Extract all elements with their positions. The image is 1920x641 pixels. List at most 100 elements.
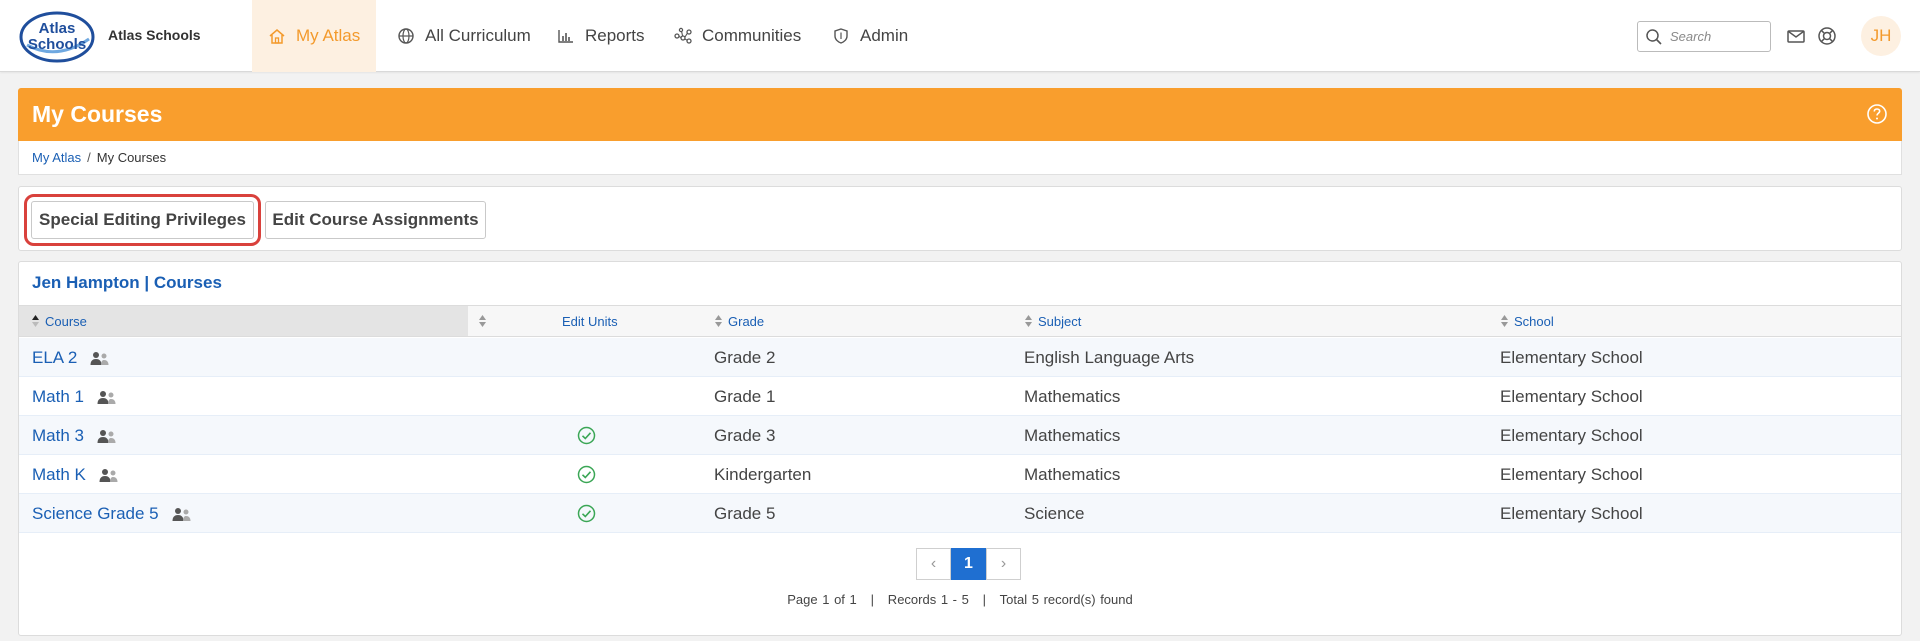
edit-units-cell: [574, 494, 598, 533]
breadcrumb: My Atlas / My Courses: [32, 150, 166, 165]
table-row: Math 1 Grade 1 Mathematics Elementary Sc…: [19, 377, 1901, 416]
column-header-edit-units[interactable]: Edit Units: [562, 306, 618, 336]
collaborators-icon[interactable]: [96, 389, 118, 405]
top-nav: Atlas Schools Atlas Schools My Atlas All…: [0, 0, 1920, 72]
grade-cell: Grade 1: [714, 386, 776, 406]
brand-name: Atlas Schools: [108, 27, 201, 43]
column-header-label: Grade: [728, 313, 765, 329]
next-page-button[interactable]: ›: [986, 548, 1021, 580]
nav-label: My Atlas: [296, 26, 361, 45]
page-title: My Courses: [32, 101, 163, 127]
sort-icon: [1025, 315, 1032, 327]
sort-icon: [1501, 315, 1508, 327]
column-header-grade[interactable]: Grade: [714, 306, 764, 336]
logo-text-line1: Atlas: [39, 20, 76, 37]
network-icon: [674, 27, 692, 44]
nav-reports[interactable]: Reports: [541, 0, 661, 72]
table-row: Math 3 Grade 3 Mathematics Elementary Sc…: [19, 416, 1901, 455]
bar-chart-icon: [558, 30, 573, 43]
search-icon: [1646, 29, 1662, 45]
special-editing-privileges-button[interactable]: Special Editing Privileges: [24, 194, 261, 246]
school-cell: Elementary School: [1500, 347, 1643, 367]
column-header-subject[interactable]: Subject: [1024, 306, 1081, 336]
table-row: Math K Kindergarten Mathematics Elementa…: [19, 455, 1901, 494]
nav-label: Reports: [585, 26, 645, 45]
course-link[interactable]: Math K: [32, 465, 86, 485]
shield-icon: [834, 28, 848, 44]
course-cell: Math 3: [32, 416, 118, 455]
edit-course-assignments-button[interactable]: Edit Course Assignments: [265, 201, 486, 239]
page-1-button[interactable]: 1: [951, 548, 986, 580]
grade-cell: Grade 3: [714, 425, 776, 445]
edit-units-cell: [574, 455, 598, 494]
grade-cell: Grade 5: [714, 503, 776, 523]
school-cell: Elementary School: [1500, 503, 1643, 523]
page-header: My Courses: [18, 88, 1902, 141]
nav-label: Admin: [860, 26, 909, 45]
subject-cell: Mathematics: [1024, 464, 1121, 484]
sort-ascending-icon: [32, 315, 39, 327]
nav-admin[interactable]: Admin: [816, 0, 924, 72]
collaborators-icon[interactable]: [96, 428, 118, 444]
breadcrumb-my-atlas-link[interactable]: My Atlas: [32, 150, 81, 165]
nav-my-atlas[interactable]: My Atlas: [252, 0, 377, 72]
collaborators-icon[interactable]: [171, 506, 193, 522]
collaborators-icon[interactable]: [98, 467, 120, 483]
column-header-school[interactable]: School: [1500, 306, 1554, 336]
courses-table-card: Jen Hampton | Courses Course Edit Units …: [18, 261, 1902, 636]
nav-communities[interactable]: Communities: [658, 0, 817, 72]
breadcrumb-current: My Courses: [96, 150, 167, 165]
subject-cell: English Language Arts: [1024, 347, 1195, 367]
course-cell: Science Grade 5: [32, 494, 193, 533]
grade-cell: Kindergarten: [714, 464, 812, 484]
sort-icon: [479, 315, 486, 327]
atlas-schools-logo[interactable]: Atlas Schools: [19, 11, 95, 63]
search-input[interactable]: [1670, 27, 1764, 46]
grade-cell: Grade 2: [714, 347, 776, 367]
edit-units-cell: [574, 416, 598, 455]
user-avatar[interactable]: JH: [1861, 16, 1901, 56]
subject-cell: Mathematics: [1024, 386, 1121, 406]
school-cell: Elementary School: [1500, 386, 1643, 406]
course-link[interactable]: ELA 2: [32, 348, 77, 368]
help-circle-icon[interactable]: [1866, 103, 1888, 125]
search-box[interactable]: [1637, 21, 1771, 52]
course-cell: ELA 2: [32, 338, 111, 377]
prev-page-button[interactable]: ‹: [916, 548, 951, 580]
collaborators-icon[interactable]: [89, 350, 111, 366]
table-row: ELA 2 Grade 2 English Language Arts Elem…: [19, 338, 1901, 377]
subject-cell: Mathematics: [1024, 425, 1121, 445]
column-header-label: Subject: [1038, 313, 1082, 329]
action-bar: Special Editing Privileges Edit Course A…: [18, 186, 1902, 251]
course-link[interactable]: Science Grade 5: [32, 504, 159, 524]
course-link[interactable]: Math 3: [32, 426, 84, 446]
table-header: Course Edit Units Grade Subject School: [19, 305, 1901, 337]
column-header-label: School: [1514, 313, 1554, 329]
courses-table-title: Jen Hampton | Courses: [32, 273, 222, 292]
course-cell: Math K: [32, 455, 120, 494]
column-header-course[interactable]: Course: [19, 306, 468, 336]
school-cell: Elementary School: [1500, 464, 1643, 484]
column-header-unlabeled[interactable]: [478, 306, 487, 336]
sort-icon: [715, 315, 722, 327]
school-cell: Elementary School: [1500, 425, 1643, 445]
nav-label: All Curriculum: [425, 26, 531, 45]
check-circle-icon: [577, 465, 595, 484]
subject-cell: Science: [1024, 503, 1085, 523]
pagination: ‹ 1 ›: [916, 548, 1021, 580]
breadcrumb-separator: /: [87, 150, 91, 165]
nav-all-curriculum[interactable]: All Curriculum: [381, 0, 547, 72]
check-circle-icon: [577, 426, 595, 445]
mail-icon[interactable]: [1786, 26, 1806, 46]
home-icon: [269, 29, 285, 44]
column-header-label: Edit Units: [562, 313, 618, 329]
table-row: Science Grade 5 Grade 5 Science Elementa…: [19, 494, 1901, 533]
help-lifebuoy-icon[interactable]: [1817, 26, 1837, 46]
nav-label: Communities: [702, 26, 802, 45]
check-circle-icon: [577, 504, 595, 523]
column-header-label: Course: [45, 313, 87, 329]
course-link[interactable]: Math 1: [32, 387, 84, 407]
breadcrumb-bar: My Atlas / My Courses: [18, 141, 1902, 175]
course-cell: Math 1: [32, 377, 118, 416]
logo-text-line2: Schools: [28, 36, 86, 53]
